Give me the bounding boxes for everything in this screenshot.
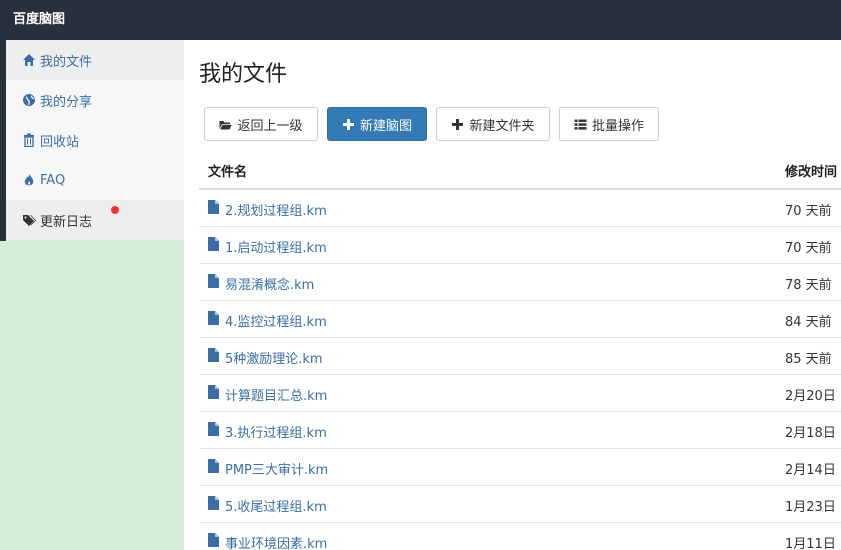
file-table: 文件名 修改时间 2.规划过程组.km 70 天前 1.启动过程组.km 70 …	[199, 151, 841, 550]
table-row[interactable]: 事业环境因素.km 1月11日	[199, 523, 841, 550]
table-header: 文件名 修改时间	[199, 151, 841, 190]
file-icon	[208, 533, 219, 547]
file-modified-time: 85 天前	[785, 352, 832, 367]
folder-open-icon	[219, 118, 233, 131]
top-bar: 百度脑图	[0, 0, 841, 40]
file-name-link[interactable]: 5种激励理论.km	[225, 348, 323, 367]
sidebar-item-label: FAQ	[40, 172, 66, 188]
table-row[interactable]: 5.收尾过程组.km 1月23日	[199, 486, 841, 523]
file-modified-time: 2月18日	[785, 426, 836, 441]
sidebar-item-label: 回收站	[40, 134, 80, 150]
file-modified-time: 2月14日	[785, 463, 836, 478]
sidebar: 我的文件 我的分享 回收站 FAQ 更新日志	[0, 40, 184, 550]
back-button-label: 返回上一级	[237, 118, 303, 134]
file-icon	[208, 496, 219, 510]
file-modified-time: 84 天前	[785, 315, 832, 330]
file-name-link[interactable]: 事业环境因素.km	[225, 533, 327, 550]
file-modified-time: 1月23日	[785, 500, 836, 515]
file-icon	[208, 385, 219, 399]
file-name-link[interactable]: 易混淆概念.km	[225, 274, 314, 293]
file-icon	[208, 274, 219, 288]
tags-icon	[22, 213, 36, 227]
file-modified-time: 1月11日	[785, 537, 836, 550]
sidebar-item-label: 我的文件	[40, 54, 93, 70]
file-icon	[208, 422, 219, 436]
sidebar-item-changelog[interactable]: 更新日志	[6, 200, 184, 240]
table-row[interactable]: 2.规划过程组.km 70 天前	[199, 190, 841, 227]
column-header-name[interactable]: 文件名	[208, 161, 247, 180]
sidebar-item-label: 更新日志	[40, 214, 93, 230]
file-icon	[208, 200, 219, 214]
notification-dot	[111, 206, 119, 214]
file-name-link[interactable]: 计算题目汇总.km	[225, 385, 327, 404]
sidebar-item-label: 我的分享	[40, 94, 93, 110]
table-row[interactable]: PMP三大审计.km 2月14日	[199, 449, 841, 486]
file-name-link[interactable]: 2.规划过程组.km	[225, 200, 327, 219]
sidebar-item-faq[interactable]: FAQ	[6, 160, 184, 200]
page-title: 我的文件	[199, 62, 288, 87]
table-row[interactable]: 3.执行过程组.km 2月18日	[199, 412, 841, 449]
file-icon	[208, 237, 219, 251]
list-icon	[574, 118, 587, 131]
file-modified-time: 2月20日	[785, 389, 836, 404]
new-folder-label: 新建文件夹	[469, 118, 535, 134]
home-icon	[22, 53, 36, 67]
file-icon	[208, 348, 219, 362]
file-name-link[interactable]: 3.执行过程组.km	[225, 422, 327, 441]
file-icon	[208, 459, 219, 473]
file-icon	[208, 311, 219, 325]
table-row[interactable]: 易混淆概念.km 78 天前	[199, 264, 841, 301]
batch-operation-label: 批量操作	[591, 118, 644, 134]
file-name-link[interactable]: 4.监控过程组.km	[225, 311, 327, 330]
table-row[interactable]: 4.监控过程组.km 84 天前	[199, 301, 841, 338]
column-header-modified[interactable]: 修改时间	[785, 161, 837, 180]
trash-icon	[22, 133, 36, 147]
file-name-link[interactable]: 5.收尾过程组.km	[225, 496, 327, 515]
globe-icon	[22, 93, 36, 107]
file-modified-time: 70 天前	[785, 204, 832, 219]
file-modified-time: 70 天前	[785, 241, 832, 256]
plus-icon	[342, 118, 355, 131]
app-title[interactable]: 百度脑图	[13, 0, 65, 40]
table-row[interactable]: 5种激励理论.km 85 天前	[199, 338, 841, 375]
back-button[interactable]: 返回上一级	[204, 107, 318, 141]
file-modified-time: 78 天前	[785, 278, 832, 293]
batch-operation-button[interactable]: 批量操作	[559, 107, 659, 141]
main-content: 我的文件 返回上一级 新建脑图 新建文件夹 批量操作 文件名 修改时间 2.规划…	[184, 40, 841, 550]
file-name-link[interactable]: PMP三大审计.km	[225, 459, 328, 478]
new-mindmap-button[interactable]: 新建脑图	[327, 107, 427, 141]
table-row[interactable]: 计算题目汇总.km 2月20日	[199, 375, 841, 412]
sidebar-item-my-files[interactable]: 我的文件	[6, 40, 184, 80]
fire-icon	[22, 173, 36, 187]
new-mindmap-label: 新建脑图	[359, 118, 412, 134]
sidebar-item-my-shares[interactable]: 我的分享	[6, 80, 184, 120]
plus-icon	[451, 118, 464, 131]
app-window: 百度脑图 我的文件 我的分享 回收站 FAQ 更新日志 我的文件 返回上一级 新…	[0, 0, 841, 550]
sidebar-item-trash[interactable]: 回收站	[6, 120, 184, 160]
table-row[interactable]: 1.启动过程组.km 70 天前	[199, 227, 841, 264]
file-name-link[interactable]: 1.启动过程组.km	[225, 237, 327, 256]
new-folder-button[interactable]: 新建文件夹	[436, 107, 550, 141]
